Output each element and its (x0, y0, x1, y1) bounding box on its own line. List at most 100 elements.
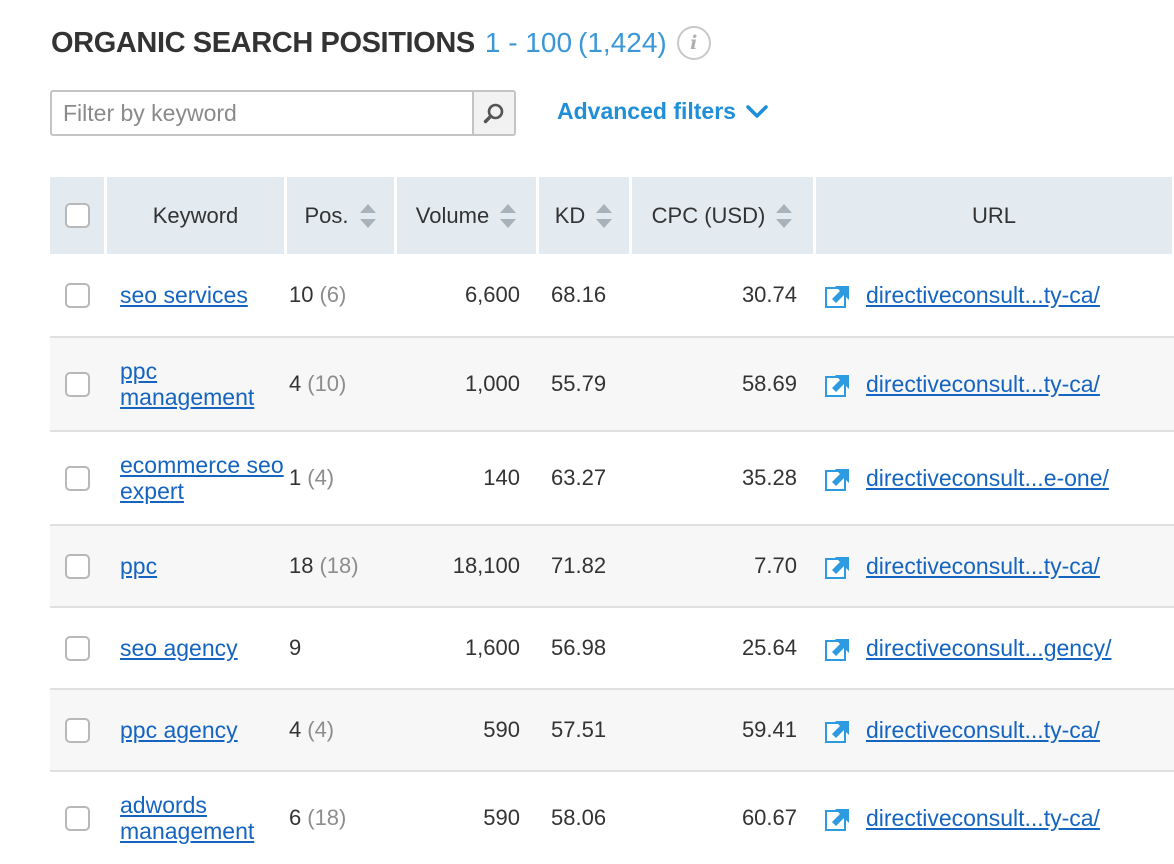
cpc-cell: 58.69 (741, 371, 797, 396)
column-header-pos[interactable]: Pos. (287, 177, 394, 254)
column-header-volume[interactable]: Volume (397, 177, 536, 254)
position-value: 18 (289, 553, 314, 578)
external-link-icon[interactable] (825, 635, 852, 662)
keyword-filter-input[interactable] (52, 92, 472, 134)
position-cell: 4 (10) (284, 371, 394, 397)
kd-cell: 71.82 (551, 553, 607, 578)
row-checkbox[interactable] (64, 465, 90, 491)
volume-cell: 18,100 (452, 553, 520, 578)
url-cell: directiveconsult...gency/ (813, 635, 1174, 662)
row-checkbox[interactable] (64, 371, 90, 397)
previous-position: (18) (319, 553, 359, 578)
volume-cell: 140 (483, 465, 520, 490)
cpc-cell: 35.28 (741, 465, 797, 490)
volume-cell: 1,000 (464, 371, 520, 396)
position-value: 4 (289, 371, 302, 396)
volume-cell: 590 (483, 717, 520, 742)
url-cell: directiveconsult...ty-ca/ (813, 553, 1174, 580)
column-label: Volume (415, 202, 490, 228)
table-row: ppc agency 4 (4) 590 57.51 59.41 directi… (50, 690, 1174, 772)
previous-position: (18) (307, 805, 347, 830)
keyword-link[interactable]: adwords management (120, 792, 284, 844)
row-select-cell (50, 465, 104, 491)
external-link-icon[interactable] (825, 371, 852, 398)
keyword-link[interactable]: seo services (120, 282, 248, 308)
column-label: Keyword (152, 202, 239, 228)
column-label: KD (554, 202, 586, 228)
position-cell: 10 (6) (284, 282, 394, 308)
row-checkbox[interactable] (64, 635, 90, 661)
keyword-link[interactable]: ecommerce seo expert (120, 452, 284, 504)
table-row: ecommerce seo expert 1 (4) 140 63.27 35.… (50, 432, 1174, 526)
advanced-filters-label: Advanced filters (557, 98, 736, 124)
external-link-icon[interactable] (825, 805, 852, 832)
url-link[interactable]: directiveconsult...ty-ca/ (866, 553, 1100, 580)
row-checkbox[interactable] (64, 282, 90, 308)
position-cell: 18 (18) (284, 553, 394, 579)
keyword-link[interactable]: seo agency (120, 635, 238, 661)
select-all-checkbox[interactable] (64, 203, 90, 228)
position-cell: 6 (18) (284, 805, 394, 831)
advanced-filters-toggle[interactable]: Advanced filters (557, 98, 768, 125)
previous-position: (6) (319, 282, 347, 307)
column-header-cpc[interactable]: CPC (USD) (632, 177, 813, 254)
cpc-cell: 59.41 (741, 717, 797, 742)
kd-cell: 55.79 (551, 371, 607, 396)
position-cell: 4 (4) (284, 717, 394, 743)
column-header-url: URL (816, 177, 1172, 254)
kd-cell: 57.51 (551, 717, 607, 742)
cpc-cell: 25.64 (741, 635, 797, 660)
keyword-link[interactable]: ppc agency (120, 717, 238, 743)
sort-icon (500, 203, 517, 228)
keyword-link[interactable]: ppc management (120, 358, 284, 410)
url-link[interactable]: directiveconsult...ty-ca/ (866, 717, 1100, 744)
keyword-cell: ecommerce seo expert (104, 452, 284, 504)
row-select-cell (50, 371, 104, 397)
url-link[interactable]: directiveconsult...ty-ca/ (866, 282, 1100, 309)
results-range: 1 - 100 (484, 27, 573, 58)
row-select-cell (50, 553, 104, 579)
table-row: adwords management 6 (18) 590 58.06 60.6… (50, 772, 1174, 864)
column-header-keyword: Keyword (107, 177, 284, 254)
position-value: 1 (289, 465, 302, 490)
keyword-cell: ppc (104, 553, 284, 579)
page-title: ORGANIC SEARCH POSITIONS (51, 26, 475, 59)
keyword-cell: seo services (104, 282, 284, 308)
url-cell: directiveconsult...ty-ca/ (813, 717, 1174, 744)
keyword-filter (50, 90, 516, 136)
info-icon[interactable]: i (676, 26, 711, 60)
position-cell: 9 (284, 635, 394, 661)
search-button[interactable] (472, 92, 514, 134)
column-header-kd[interactable]: KD (539, 177, 629, 254)
keyword-link[interactable]: ppc (120, 553, 157, 579)
table-row: ppc management 4 (10) 1,000 55.79 58.69 … (50, 338, 1174, 432)
kd-cell: 56.98 (551, 635, 607, 660)
column-label: Pos. (304, 202, 349, 228)
previous-position: (4) (307, 465, 335, 490)
external-link-icon[interactable] (825, 282, 852, 309)
row-select-cell (50, 635, 104, 661)
external-link-icon[interactable] (825, 717, 852, 744)
row-select-cell (50, 282, 104, 308)
row-checkbox[interactable] (64, 717, 90, 743)
external-link-icon[interactable] (825, 465, 852, 492)
kd-cell: 58.06 (551, 805, 607, 830)
external-link-icon[interactable] (825, 553, 852, 580)
previous-position: (4) (307, 717, 335, 742)
search-icon (483, 103, 504, 124)
row-checkbox[interactable] (64, 805, 90, 831)
url-link[interactable]: directiveconsult...ty-ca/ (866, 805, 1100, 832)
row-checkbox[interactable] (64, 553, 90, 579)
url-link[interactable]: directiveconsult...gency/ (866, 635, 1111, 662)
url-link[interactable]: directiveconsult...e-one/ (866, 465, 1109, 492)
position-cell: 1 (4) (284, 465, 394, 491)
position-value: 6 (289, 805, 302, 830)
position-value: 10 (289, 282, 314, 307)
url-link[interactable]: directiveconsult...ty-ca/ (866, 371, 1100, 398)
column-label: URL (971, 202, 1016, 228)
sort-icon (776, 203, 793, 228)
keyword-cell: seo agency (104, 635, 284, 661)
cpc-cell: 30.74 (741, 282, 797, 307)
positions-table: Keyword Pos. Volume KD CPC (USD) URL seo… (50, 177, 1174, 864)
url-cell: directiveconsult...ty-ca/ (813, 282, 1174, 309)
